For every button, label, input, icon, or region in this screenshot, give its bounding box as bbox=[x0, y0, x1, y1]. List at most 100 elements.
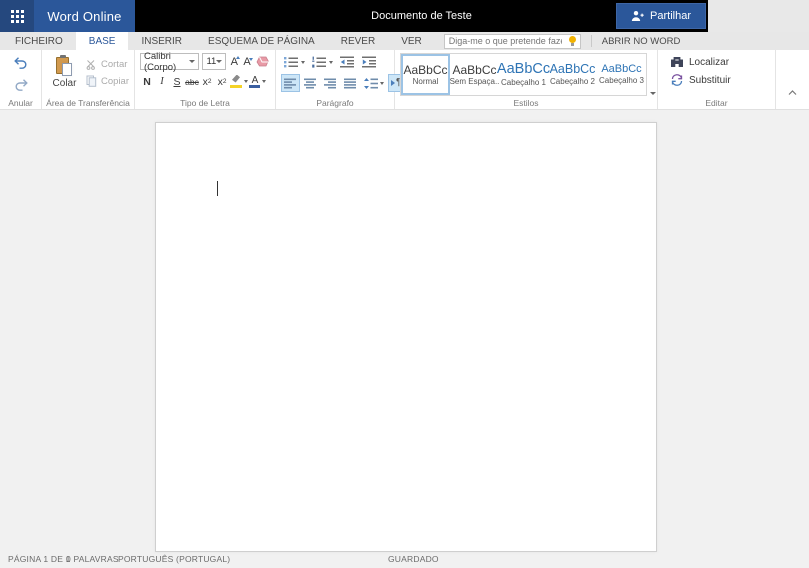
word-online-app: Word Online Documento de Teste Partilhar… bbox=[0, 0, 809, 568]
line-spacing-button[interactable] bbox=[361, 74, 387, 92]
find-label: Localizar bbox=[689, 56, 730, 68]
waffle-grid-icon bbox=[10, 9, 24, 23]
style-gallery: AaBbCc Normal AaBbCc Sem Espaça.. AaBbCc… bbox=[400, 53, 647, 96]
tab-rever[interactable]: REVER bbox=[328, 32, 388, 50]
style-sample: AaBbCc bbox=[403, 62, 448, 77]
redo-button[interactable] bbox=[10, 75, 32, 94]
style-card-cabecalho-1[interactable]: AaBbCc Cabeçalho 1 bbox=[497, 54, 550, 95]
top-bar: Word Online Documento de Teste Partilhar bbox=[0, 0, 809, 32]
shrink-font-icon bbox=[248, 57, 253, 61]
word-count-status[interactable]: 0 PALAVRAS bbox=[66, 554, 119, 564]
eraser-icon bbox=[256, 56, 269, 67]
style-card-cabecalho-2[interactable]: AaBbCc Cabeçalho 2 bbox=[548, 54, 597, 95]
chevron-down-icon bbox=[329, 60, 333, 64]
page-count-status[interactable]: PÁGINA 1 DE 1 bbox=[8, 554, 71, 564]
tell-me-input[interactable] bbox=[444, 36, 566, 46]
bold-button[interactable]: N bbox=[140, 73, 154, 90]
undo-icon bbox=[13, 56, 26, 69]
style-card-sem-espacamento[interactable]: AaBbCc Sem Espaça.. bbox=[450, 54, 500, 95]
font-row-top: Calibri (Corpo) 11 A A bbox=[140, 50, 270, 73]
italic-button[interactable]: I bbox=[155, 73, 169, 90]
style-name: Cabeçalho 1 bbox=[501, 77, 546, 87]
subscript-button[interactable]: x2 bbox=[200, 73, 214, 90]
line-spacing-icon bbox=[364, 77, 378, 89]
cut-button[interactable]: Cortar bbox=[86, 59, 129, 70]
paragraph-row-bottom: ¶ ¶ bbox=[281, 74, 419, 92]
tab-inserir[interactable]: INSERIR bbox=[128, 32, 195, 50]
align-right-icon bbox=[324, 78, 336, 88]
share-button[interactable]: Partilhar bbox=[616, 3, 706, 29]
paragraph-row-top bbox=[281, 53, 389, 71]
chevron-down-icon bbox=[301, 60, 305, 64]
style-card-cabecalho-3[interactable]: AaBbCc Cabeçalho 3 bbox=[597, 54, 646, 95]
highlight-button[interactable] bbox=[230, 73, 248, 90]
align-left-button[interactable] bbox=[281, 74, 300, 92]
tab-base[interactable]: BASE bbox=[75, 32, 129, 50]
find-button[interactable]: Localizar bbox=[670, 56, 770, 68]
document-title[interactable]: Documento de Teste bbox=[371, 10, 472, 22]
paste-button[interactable]: Colar bbox=[47, 53, 82, 97]
decrease-indent-icon bbox=[340, 56, 354, 68]
style-name: Cabeçalho 2 bbox=[550, 76, 595, 86]
font-color-button[interactable]: A bbox=[249, 73, 266, 90]
binoculars-icon bbox=[671, 57, 683, 67]
justify-button[interactable] bbox=[341, 74, 360, 92]
language-status[interactable]: PORTUGUÊS (PORTUGAL) bbox=[118, 554, 230, 564]
numbered-list-button[interactable] bbox=[309, 53, 336, 71]
tab-ficheiro[interactable]: FICHEIRO bbox=[0, 32, 76, 50]
style-sample: AaBbCc bbox=[452, 62, 497, 77]
superscript-button[interactable]: x2 bbox=[215, 73, 229, 90]
underline-button[interactable]: S bbox=[170, 73, 184, 90]
group-label-estilos: Estilos bbox=[513, 98, 539, 108]
replace-icon bbox=[671, 74, 683, 86]
increase-indent-icon bbox=[362, 56, 376, 68]
chevron-up-icon bbox=[788, 90, 797, 95]
align-center-icon bbox=[304, 78, 316, 88]
bullet-list-button[interactable] bbox=[281, 53, 308, 71]
save-status: GUARDADO bbox=[388, 554, 439, 564]
group-tipo-de-letra: Calibri (Corpo) 11 A A N I S abc x 2 x 2… bbox=[135, 50, 276, 109]
document-page[interactable] bbox=[155, 122, 657, 552]
tab-divider bbox=[590, 35, 592, 47]
chevron-down-icon bbox=[216, 60, 223, 63]
cut-copy-column: Cortar Copiar bbox=[86, 53, 129, 97]
font-name-select[interactable]: Calibri (Corpo) bbox=[140, 50, 200, 73]
font-row-bottom: N I S abc x2 x2 A bbox=[140, 73, 270, 90]
align-right-button[interactable] bbox=[321, 74, 340, 92]
highlighter-icon bbox=[230, 74, 243, 89]
decrease-indent-button[interactable] bbox=[337, 53, 358, 71]
justify-icon bbox=[344, 78, 356, 88]
increase-indent-button[interactable] bbox=[359, 53, 380, 71]
font-name-value: Calibri (Corpo) bbox=[144, 50, 177, 73]
group-estilos: AaBbCc Normal AaBbCc Sem Espaça.. AaBbCc… bbox=[395, 50, 658, 109]
brand-title[interactable]: Word Online bbox=[34, 0, 135, 32]
group-label-anular: Anular bbox=[8, 98, 33, 108]
status-bar: PÁGINA 1 DE 1 0 PALAVRAS PORTUGUÊS (PORT… bbox=[0, 552, 809, 568]
tab-esquema-de-pagina[interactable]: ESQUEMA DE PÁGINA bbox=[195, 32, 328, 50]
undo-button[interactable] bbox=[10, 53, 32, 72]
replace-button[interactable]: Substituir bbox=[670, 74, 770, 86]
clear-formatting-button[interactable] bbox=[255, 55, 270, 68]
title-bar: Documento de Teste Partilhar bbox=[135, 0, 708, 32]
style-sample: AaBbCc bbox=[549, 62, 596, 77]
group-paragrafo: ¶ ¶ Parágrafo bbox=[276, 50, 419, 109]
more-styles-button[interactable] bbox=[650, 92, 656, 95]
align-left-icon bbox=[284, 78, 296, 88]
style-card-normal[interactable]: AaBbCc Normal bbox=[401, 54, 450, 95]
replace-label: Substituir bbox=[689, 74, 731, 86]
group-label-area-de-transferencia: Área de Transferência bbox=[46, 98, 130, 108]
collapse-ribbon-button[interactable] bbox=[788, 83, 797, 101]
align-center-button[interactable] bbox=[301, 74, 320, 92]
tab-ver[interactable]: VER bbox=[388, 32, 435, 50]
shrink-font-button[interactable]: A bbox=[242, 56, 253, 68]
font-size-select[interactable]: 11 bbox=[202, 53, 227, 70]
copy-button[interactable]: Copiar bbox=[86, 75, 129, 87]
numbered-list-icon bbox=[312, 56, 326, 68]
open-in-word-button[interactable]: ABRIR NO WORD bbox=[602, 36, 681, 47]
font-size-value: 11 bbox=[206, 56, 217, 67]
app-launcher-button[interactable] bbox=[0, 0, 34, 32]
clipboard-icon bbox=[55, 55, 74, 77]
chevron-down-icon bbox=[262, 80, 266, 83]
strikethrough-button[interactable]: abc bbox=[185, 73, 199, 90]
grow-font-button[interactable]: A bbox=[229, 55, 241, 68]
